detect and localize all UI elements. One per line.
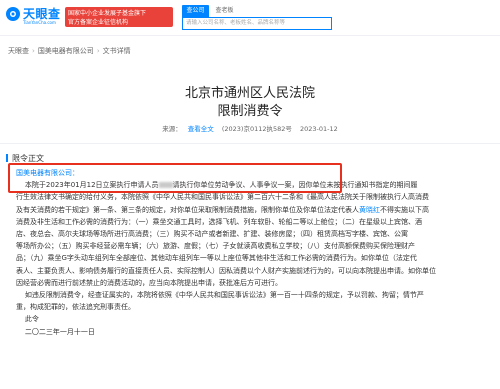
document-card: 北京市通州区人民法院 限制消费令 来源： 查看全文 (2023)京0112执582… — [0, 60, 500, 389]
document-title: 限制消费令 — [217, 104, 283, 119]
highlight-box — [8, 163, 342, 193]
case-number: (2023)京0112执582号 — [221, 125, 292, 133]
body-line: 此令 — [24, 315, 39, 324]
logo-subtext: TianYanCha.com — [23, 20, 56, 25]
body-line: 表人、主要负责人、影响债务履行的直接责任人员、实际控制人）因私消费以个人财产实施… — [16, 266, 436, 275]
logo-eye-icon — [6, 7, 20, 21]
tab-search-company[interactable]: 查公司 — [182, 5, 209, 17]
breadcrumb-company[interactable]: 国美电器有限公司 — [38, 47, 94, 55]
court-name: 北京市通州区人民法院 — [184, 86, 315, 101]
promo-banner[interactable]: 国家中小企业发展子基金旗下 官方备案企业征信机构 — [65, 7, 173, 27]
search-input[interactable]: 请输入公司名称、老板姓名、品牌名称等 — [182, 17, 332, 30]
body-line: 因经营必需而进行前述禁止的消费活动的，应当向本院提出申请，获批准后方可进行。 — [16, 278, 282, 287]
breadcrumb-home[interactable]: 天眼查 — [8, 47, 29, 55]
legal-rep-link[interactable]: 黄晓红 — [359, 206, 380, 214]
meta-label-view: 来源： — [162, 125, 182, 133]
body-line: 品；（九）乘坐G字头动车组列车全部座位、其他动车组列车一等以上座位等其他非生活和… — [16, 254, 417, 263]
body-line: 店、夜总会、高尔夫球场等场所进行高消费；（三）购买不动产或者新建、扩建、装修房屋… — [16, 230, 408, 239]
promo-line1: 国家中小企业发展子基金旗下 — [68, 10, 147, 17]
body-line: 如违反限制消费令，经查证属实的，本院将依照《中华人民共和国民事诉讼法》第一百一十… — [24, 291, 424, 300]
document-date: 2023-01-12 — [299, 125, 338, 133]
body-line: 行生效法律文书确定的给付义务，本院依照《中华人民共和国民事诉讼法》第二百六十二条… — [16, 193, 429, 202]
tianyancha-logo[interactable]: 天眼查 TianYanCha.com — [5, 5, 60, 31]
section-accent-bar — [6, 154, 8, 162]
body-line: 及有关消费的若干规定》第一条、第三条的规定，对你单位采取限制消费措施，限制你单位… — [16, 205, 429, 214]
chevron-right-icon: › — [32, 47, 35, 55]
divider — [0, 143, 500, 144]
body-line: 等场所办公；（五）购买非经营必需车辆；（六）旅游、度假；（七）子女就读高收费私立… — [16, 242, 415, 251]
body-line: 消费及非生活和工作必需的消费行为：（一）乘坐交通工具时，选择飞机、列车软卧、轮船… — [16, 217, 422, 226]
body-line: 二〇二三年一月十一日 — [24, 327, 95, 336]
document-meta: 来源： 查看全文 (2023)京0112执582号 2023-01-12 — [0, 123, 500, 133]
top-header: 天眼查 TianYanCha.com 国家中小企业发展子基金旗下 官方备案企业征… — [0, 0, 500, 36]
promo-line2: 官方备案企业征信机构 — [68, 19, 129, 26]
view-full-text-link[interactable]: 查看全文 — [188, 125, 214, 133]
chevron-right-icon: › — [96, 47, 100, 55]
breadcrumb-current: 文书详情 — [102, 47, 131, 55]
tab-search-boss[interactable]: 查老板 — [211, 5, 238, 17]
body-line: 重，构成犯罪的，依法追究刑事责任。 — [16, 303, 135, 312]
breadcrumb: 天眼查 › 国美电器有限公司 › 文书详情 — [8, 46, 131, 56]
